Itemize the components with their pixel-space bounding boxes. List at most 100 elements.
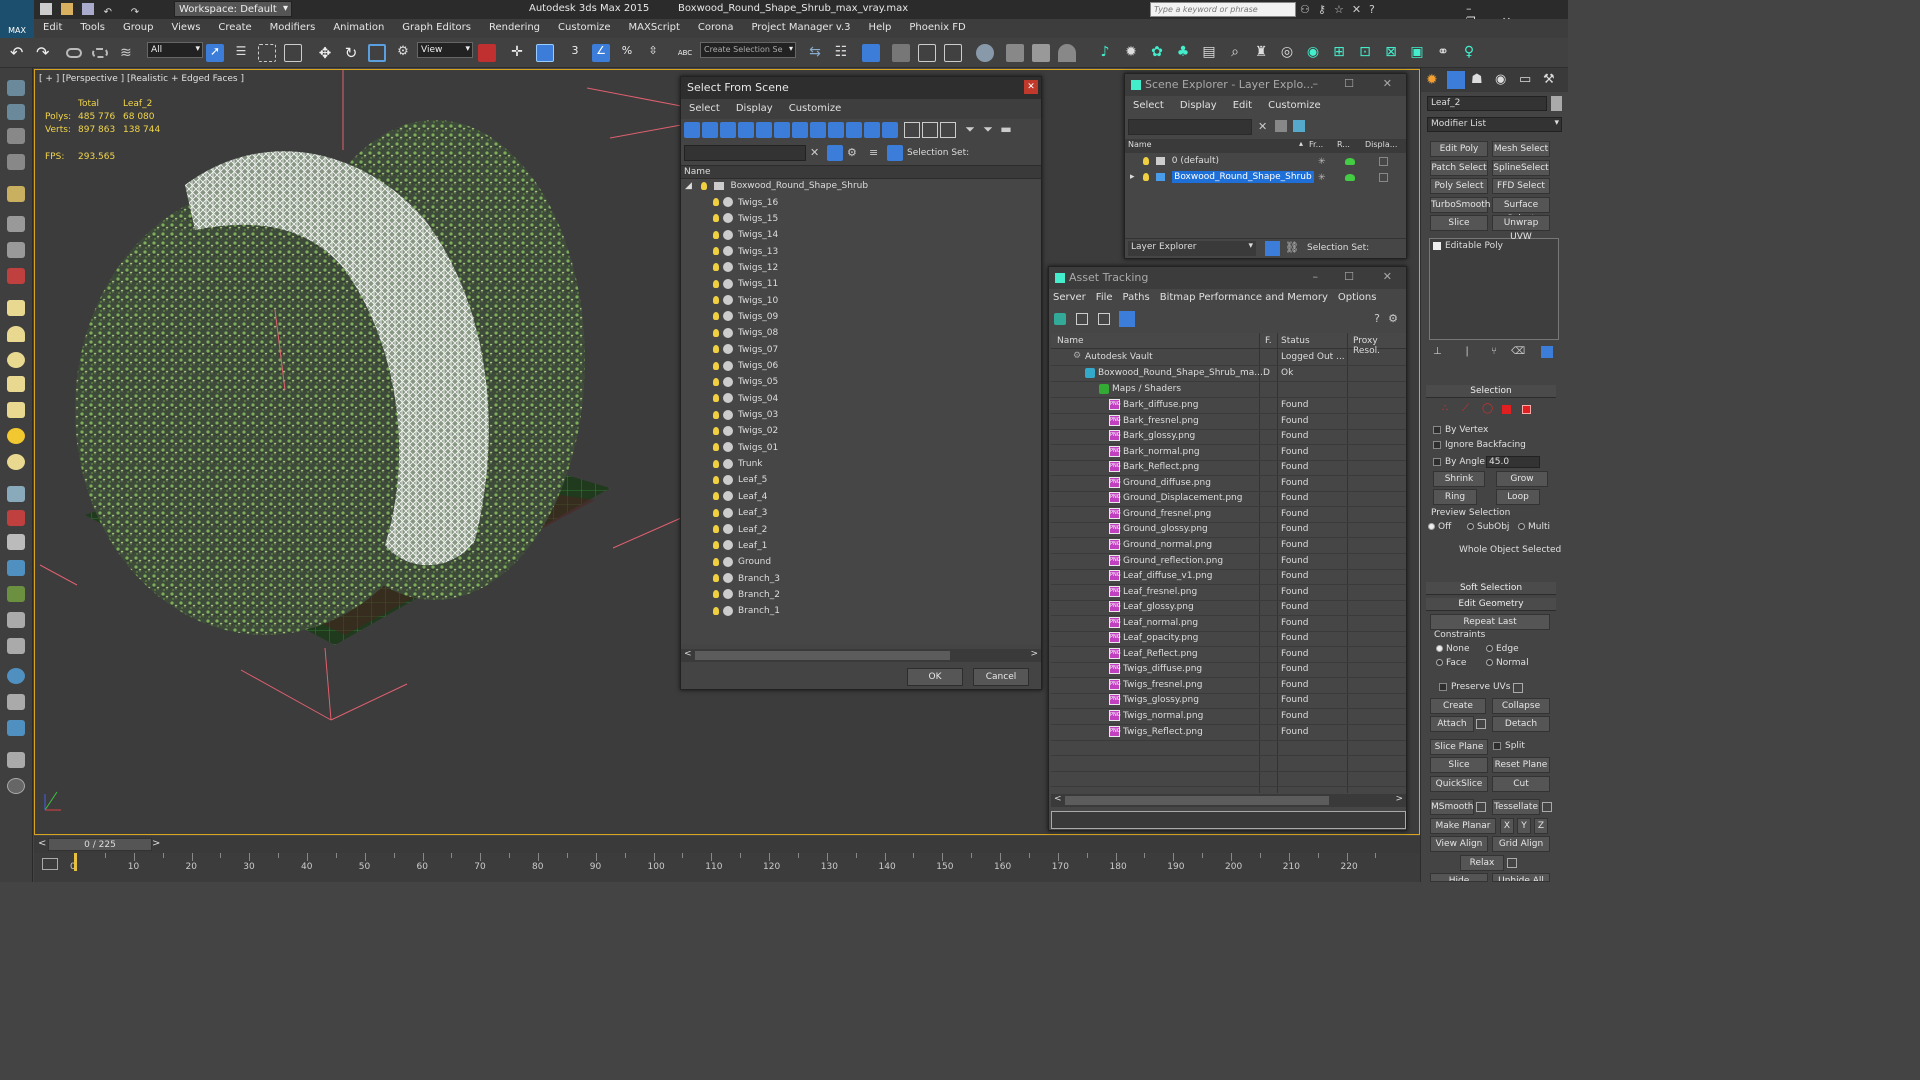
mirror-icon[interactable]: ⇆ [806,44,824,62]
percent-snap-icon[interactable]: % [618,44,636,62]
asset-map-row[interactable]: PNG Bark_fresnel.png Found [1051,414,1406,430]
asset-map-row[interactable]: PNG Ground_reflection.png Found [1051,554,1406,570]
scene-object-row[interactable]: Twigs_03 [681,409,1041,426]
close-icon[interactable]: ✕ [1024,80,1038,94]
light-bulb-icon[interactable] [713,279,719,288]
modify-tab-icon[interactable] [1447,71,1465,89]
vertex-icon[interactable]: ∴ [1442,403,1448,414]
ok-button[interactable]: OK [907,668,963,686]
asset-map-row[interactable]: PNG Leaf_glossy.png Found [1051,600,1406,617]
se-highlight-icon[interactable] [1293,120,1305,132]
display-bones-icon[interactable] [828,122,844,138]
light-bulb-icon[interactable] [713,574,719,583]
light-bulb-icon[interactable] [700,181,707,190]
menu-group[interactable]: Group [114,19,162,33]
filter-options-icon[interactable]: ⏷ [980,122,996,138]
scene-object-row[interactable]: Twigs_09 [681,311,1041,327]
light-bulb-icon[interactable] [713,345,719,354]
utilities-tab-icon[interactable]: ⚒ [1543,72,1555,87]
tool-icon-18[interactable] [7,534,25,550]
asset-map-row[interactable]: PNG Leaf_fresnel.png Found [1051,585,1406,601]
current-frame-marker[interactable] [74,853,77,871]
asset-map-row[interactable]: PNG Bark_diffuse.png Found [1051,398,1406,414]
time-slider[interactable]: 0 / 225 [48,838,152,851]
ring-button[interactable]: Ring [1433,489,1477,505]
create-tab-icon[interactable]: ✹ [1426,72,1442,88]
align-icon[interactable]: ☷ [832,44,850,62]
light-bulb-icon[interactable] [1143,172,1150,181]
render-teapot-icon[interactable] [1345,174,1355,181]
layer-toggle-icon[interactable] [1265,241,1280,256]
at-col-flag[interactable]: F. [1265,336,1272,346]
light-bulb-icon[interactable] [713,426,719,435]
preserve-uvs-checkbox[interactable]: Preserve UVs [1439,682,1510,692]
asset-map-row[interactable]: PNG Leaf_opacity.png Found [1051,631,1406,648]
list-view-icon[interactable] [1076,313,1088,325]
minimize-icon[interactable]: – [1313,77,1319,90]
snap-toggle-icon[interactable]: 3 [566,44,584,62]
se-menu-select[interactable]: Select [1125,96,1172,111]
se-col-render[interactable]: R... [1337,140,1350,149]
by-angle-checkbox[interactable]: By Angle: [1433,457,1488,467]
light-bulb-icon[interactable] [713,214,719,223]
slice-plane-button[interactable]: Slice Plane [1430,739,1488,755]
tool-icon-3[interactable] [7,128,25,144]
tool-icon-26[interactable] [7,752,25,768]
light-bulb-icon[interactable] [713,410,719,419]
object-name-field[interactable]: Leaf_2 [1427,96,1547,111]
se-col-name[interactable]: Name [1128,140,1152,149]
attach-button[interactable]: Attach [1430,716,1474,732]
menu-customize[interactable]: Customize [781,99,850,114]
scene-object-row[interactable]: Branch_1 [681,605,1041,622]
light-bulb-icon[interactable] [713,475,719,484]
asset-map-row[interactable]: PNG Leaf_Reflect.png Found [1051,647,1406,663]
modifier-button-mesh-select[interactable]: Mesh Select [1492,141,1550,157]
plugin-icon-11[interactable]: ▣ [1408,44,1426,62]
menu-help[interactable]: Help [860,19,901,33]
menu-customize[interactable]: Customize [549,19,620,33]
redo-icon[interactable]: ↷ [131,7,143,19]
tool-icon-16[interactable] [7,486,25,502]
tool-icon-25[interactable] [7,720,25,736]
sphere-icon[interactable] [7,352,25,368]
scene-object-row[interactable]: Twigs_04 [681,393,1041,409]
window-crossing-icon[interactable] [284,44,302,62]
horizontal-scrollbar[interactable]: < > [681,649,1041,662]
at-menu-paths[interactable]: Paths [1118,289,1155,303]
polygon-icon[interactable] [1502,405,1511,414]
display-box-icon[interactable] [1379,173,1388,182]
modifier-button-splineselect[interactable]: SplineSelect [1492,159,1550,176]
slice-button[interactable]: Slice [1430,757,1488,773]
scene-object-row[interactable]: Twigs_14 [681,229,1041,246]
light-bulb-icon[interactable] [713,459,719,468]
plugin-icon-5[interactable]: ♜ [1252,44,1270,62]
angle-snap-icon[interactable]: ∠ [592,44,610,62]
se-clear-icon[interactable]: ✕ [1258,120,1267,133]
menu-modifiers[interactable]: Modifiers [261,19,325,33]
scene-object-row[interactable]: Twigs_13 [681,246,1041,262]
se-menu-edit[interactable]: Edit [1225,96,1260,111]
rectangle-selection-icon[interactable] [258,44,276,62]
scene-object-row[interactable]: Leaf_2 [681,524,1041,540]
reset-plane-button[interactable]: Reset Plane [1492,757,1550,773]
make-planar-button[interactable]: Make Planar [1430,818,1496,834]
relax-settings-icon[interactable] [1507,858,1517,868]
scroll-left-icon[interactable]: < [1054,794,1062,804]
scene-object-row[interactable]: Twigs_15 [681,213,1041,229]
plugin-icon-12[interactable]: ⚭ [1434,44,1452,62]
asset-map-row[interactable]: PNG Ground_fresnel.png Found [1051,507,1406,523]
make-unique-icon[interactable]: ⑂ [1491,346,1497,357]
light-bulb-icon[interactable] [713,443,719,452]
close-icon[interactable]: ✕ [1383,270,1392,283]
tree-root-row[interactable]: ◢ Boxwood_Round_Shape_Shrub [681,181,1041,197]
scene-object-row[interactable]: Branch_3 [681,573,1041,589]
open-file-icon[interactable] [61,3,74,15]
tool-icon-23[interactable] [7,668,25,684]
file-row[interactable]: Boxwood_Round_Shape_Shrub_ma... D Ok [1051,366,1406,382]
scene-object-row[interactable]: Twigs_05 [681,376,1041,393]
material-editor-icon[interactable] [976,44,994,62]
configure-sets-icon[interactable] [1541,346,1553,358]
plugin-icon-7[interactable]: ◉ [1304,44,1322,62]
plugin-icon-8[interactable]: ⊞ [1330,44,1348,62]
modifier-button-edit-poly[interactable]: Edit Poly [1430,141,1488,157]
